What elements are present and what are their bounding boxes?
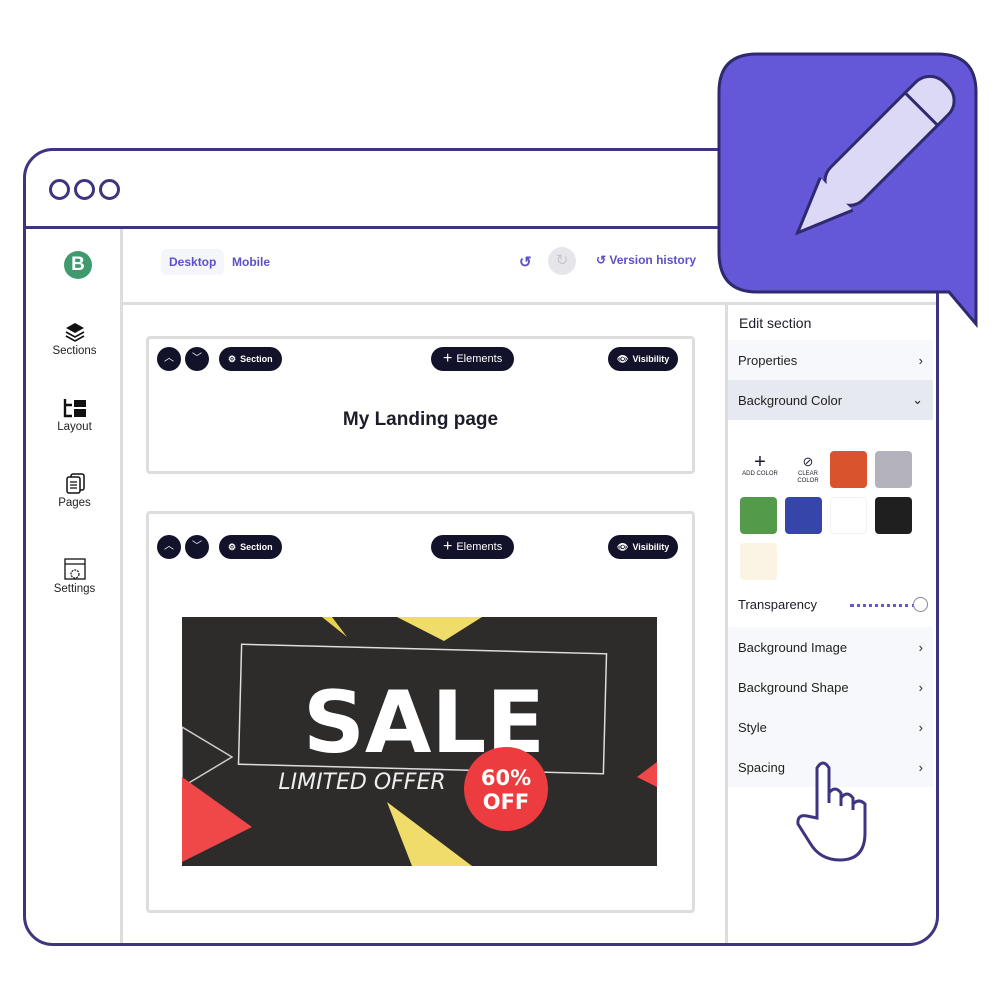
color-swatch[interactable] (785, 497, 822, 534)
pages-icon (65, 473, 85, 494)
section-settings-button[interactable]: ⚙ Section (219, 347, 282, 371)
color-swatch[interactable] (875, 497, 912, 534)
chevron-down-icon: ⌄ (912, 392, 923, 407)
sidebar-item-label: Settings (53, 583, 96, 595)
move-up-button[interactable]: ︿ (157, 347, 181, 371)
chevron-right-icon: › (918, 719, 923, 735)
chevron-right-icon: › (918, 759, 923, 775)
sidebar-item-layout[interactable]: Layout (26, 397, 123, 433)
style-row[interactable]: Style › (728, 707, 933, 747)
banner-subtitle: LIMITED OFFER (278, 770, 445, 795)
window-dot[interactable] (49, 179, 70, 200)
background-color-row[interactable]: Background Color ⌄ (728, 380, 933, 420)
transparency-label: Transparency (738, 597, 817, 612)
section-settings-button[interactable]: ⚙ Section (219, 535, 282, 559)
layout-icon (63, 399, 86, 418)
move-down-button[interactable]: ﹀ (185, 535, 209, 559)
transparency-slider[interactable] (850, 604, 916, 607)
color-swatch[interactable] (830, 497, 867, 534)
visibility-button[interactable]: 👁 Visibility (608, 535, 679, 559)
add-elements-button[interactable]: + Elements (431, 535, 515, 559)
eye-icon: 👁 (617, 354, 629, 364)
window-dot[interactable] (74, 179, 95, 200)
transparency-slider-handle[interactable] (913, 597, 928, 612)
background-image-row[interactable]: Background Image › (728, 627, 933, 667)
hand-pointer-icon (796, 761, 867, 862)
plus-icon: + (443, 538, 453, 555)
sidebar-item-sections[interactable]: Sections (26, 321, 123, 357)
sidebar-item-label: Sections (52, 345, 97, 357)
eye-icon: 👁 (617, 542, 629, 552)
properties-row[interactable]: Properties › (728, 340, 933, 380)
color-swatch[interactable] (740, 543, 777, 580)
logo: B (64, 251, 92, 279)
sidebar-item-label: Pages (58, 497, 91, 509)
redo-button[interactable]: ↻ (548, 247, 576, 275)
clear-color-button[interactable]: ⊘ CLEAR COLOR (788, 453, 828, 485)
sidebar: B Sections Layout Pages Settings (26, 229, 123, 943)
edit-pencil-badge (717, 52, 978, 328)
tab-desktop[interactable]: Desktop (161, 249, 225, 275)
add-color-button[interactable]: + ADD COLOR (740, 451, 780, 477)
gear-icon: ⚙ (228, 542, 237, 552)
chevron-right-icon: › (918, 639, 923, 655)
discount-percent: 60% (481, 766, 531, 790)
tab-mobile[interactable]: Mobile (224, 249, 278, 275)
color-swatch[interactable] (740, 497, 777, 534)
section-2[interactable]: ︿ ﹀ ⚙ Section + Elements 👁 Visibility SALE … (146, 511, 695, 913)
clear-color-icon: ⊘ (802, 454, 814, 469)
chevron-right-icon: › (918, 352, 923, 368)
color-swatch[interactable] (830, 451, 867, 488)
page-heading: My Landing page (342, 409, 499, 430)
undo-icon[interactable]: ↺ (519, 253, 532, 271)
layers-icon (65, 323, 84, 342)
move-down-button[interactable]: ﹀ (185, 347, 209, 371)
sale-banner-image[interactable]: SALE LIMITED OFFER 60% OFF (182, 617, 657, 866)
plus-icon: + (754, 451, 766, 473)
sidebar-item-settings[interactable]: Settings (26, 557, 123, 595)
add-elements-button[interactable]: + Elements (431, 347, 515, 371)
gear-icon: ⚙ (228, 354, 237, 364)
sidebar-item-pages[interactable]: Pages (26, 473, 123, 509)
version-history-button[interactable]: ↺ Version history (596, 253, 696, 267)
section-1[interactable]: ︿ ﹀ ⚙ Section + Elements 👁 Visibility My La… (146, 336, 695, 474)
sidebar-item-label: Layout (57, 421, 92, 433)
move-up-button[interactable]: ︿ (157, 535, 181, 559)
settings-icon (63, 558, 86, 580)
chevron-right-icon: › (918, 679, 923, 695)
canvas: ︿ ﹀ ⚙ Section + Elements 👁 Visibility My La… (123, 305, 728, 943)
discount-off: OFF (483, 790, 530, 814)
visibility-button[interactable]: 👁 Visibility (608, 347, 679, 371)
history-icon: ↺ (596, 253, 610, 267)
background-shape-row[interactable]: Background Shape › (728, 667, 933, 707)
window-dot[interactable] (99, 179, 120, 200)
plus-icon: + (443, 350, 453, 367)
color-swatch[interactable] (875, 451, 912, 488)
